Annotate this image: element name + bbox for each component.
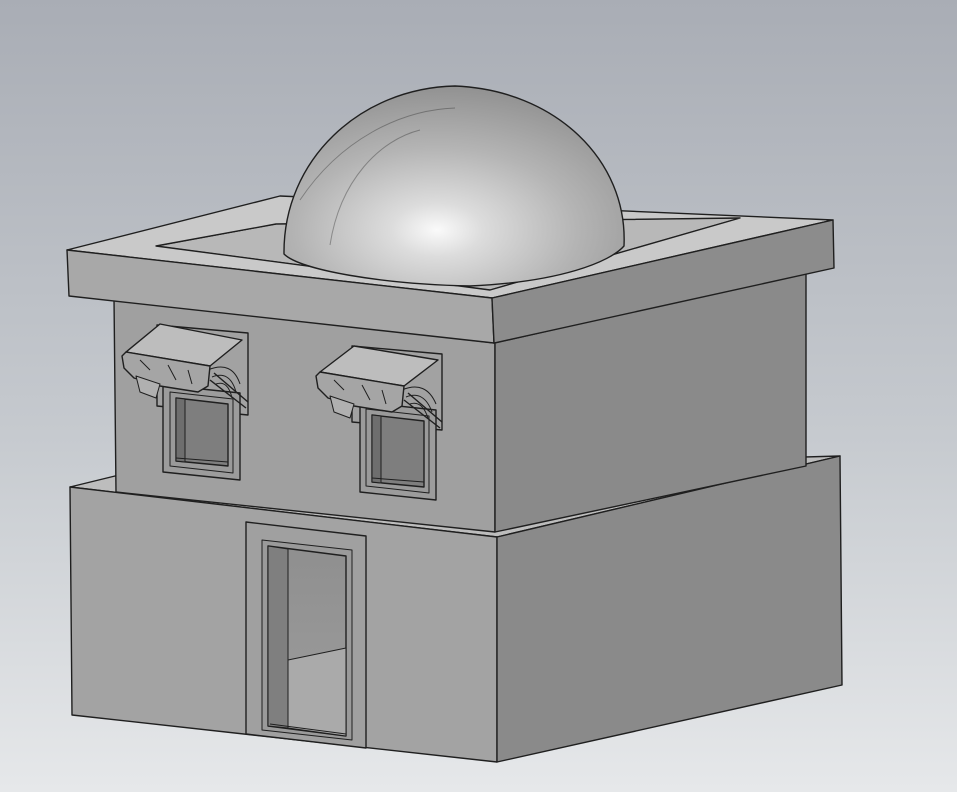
door-floor	[287, 647, 347, 737]
door-opening-reveal	[267, 545, 289, 729]
doorway[interactable]	[245, 521, 367, 749]
3d-viewport[interactable]	[0, 0, 957, 792]
building-model[interactable]	[0, 0, 957, 792]
dome[interactable]	[283, 85, 625, 287]
dome-shell	[283, 85, 625, 287]
